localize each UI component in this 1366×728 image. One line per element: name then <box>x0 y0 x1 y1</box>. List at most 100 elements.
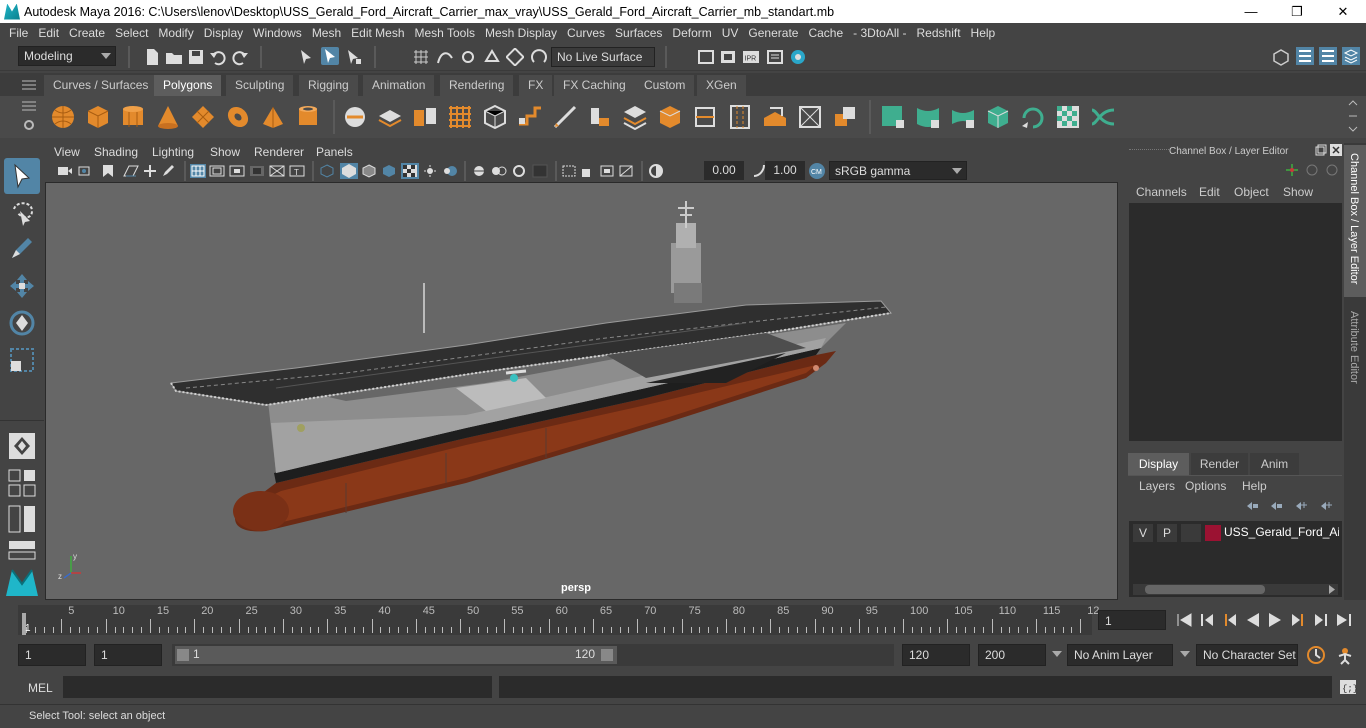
channels-menu[interactable]: Channels <box>1136 185 1187 199</box>
tab-sculpting[interactable]: Sculpting <box>226 75 294 96</box>
automatic-uv-icon[interactable] <box>985 104 1011 130</box>
xray-active-components-icon[interactable] <box>580 164 596 178</box>
layer-horizontal-scrollbar[interactable] <box>1133 584 1338 595</box>
live-surface-field[interactable]: No Live Surface <box>551 47 655 67</box>
step-back-frame-icon[interactable] <box>1200 613 1214 627</box>
screen-space-ao-icon[interactable] <box>442 164 458 178</box>
extract-icon[interactable] <box>412 104 438 130</box>
layers-menu[interactable]: Layers <box>1139 479 1175 493</box>
multisample-aa-icon[interactable] <box>491 164 507 178</box>
layer-type-toggle[interactable] <box>1181 524 1201 542</box>
color-management-icon[interactable]: CM <box>808 162 826 180</box>
menu-3dtoall[interactable]: - 3DtoAll - <box>848 26 911 40</box>
playback-start-field[interactable]: 1 <box>94 644 162 666</box>
use-all-lights-icon[interactable] <box>401 163 419 179</box>
xray-icon[interactable] <box>561 164 577 178</box>
viewport-menu-show[interactable]: Show <box>210 145 240 159</box>
camera-select-icon[interactable] <box>57 164 73 178</box>
minimize-button[interactable]: — <box>1228 0 1274 23</box>
menu-help[interactable]: Help <box>966 26 1001 40</box>
float-panel-icon[interactable] <box>1315 144 1327 156</box>
menu-edit[interactable]: Edit <box>33 26 64 40</box>
spherical-uv-icon[interactable] <box>950 104 976 130</box>
move-tool-icon[interactable] <box>8 272 36 300</box>
scale-tool-icon[interactable] <box>8 346 36 374</box>
bevel-icon[interactable] <box>622 104 648 130</box>
lasso-tool-icon[interactable] <box>8 199 36 227</box>
menu-select[interactable]: Select <box>110 26 153 40</box>
menu-surfaces[interactable]: Surfaces <box>610 26 667 40</box>
tab-polygons[interactable]: Polygons <box>154 75 222 96</box>
gate-mask-icon[interactable] <box>249 164 265 178</box>
poly-plane-icon[interactable] <box>190 104 216 130</box>
viewport-menu-panels[interactable]: Panels <box>316 145 353 159</box>
tool-settings-toggle-icon[interactable] <box>1342 47 1360 65</box>
menu-generate[interactable]: Generate <box>743 26 803 40</box>
go-to-end-icon[interactable] <box>1336 613 1352 627</box>
separate-icon[interactable] <box>377 104 403 130</box>
layer-color-swatch[interactable] <box>1205 525 1221 541</box>
menu-create[interactable]: Create <box>64 26 110 40</box>
menu-mesh-tools[interactable]: Mesh Tools <box>410 26 480 40</box>
exposure-field[interactable]: 0.00 <box>704 161 744 180</box>
smooth-icon[interactable] <box>447 104 473 130</box>
layer-row[interactable]: V P USS_Gerald_Ford_Aircr <box>1133 524 1339 542</box>
textured-icon[interactable] <box>381 164 397 178</box>
motion-blur-icon[interactable] <box>471 164 487 178</box>
two-d-pan-zoom-icon[interactable] <box>142 164 158 178</box>
channel-list-area[interactable] <box>1129 203 1342 441</box>
backface-culling-icon[interactable] <box>618 164 634 178</box>
range-end-handle[interactable] <box>601 649 613 661</box>
grid-toggle-icon[interactable] <box>190 164 206 178</box>
make-live-icon[interactable] <box>530 48 548 66</box>
select-component-icon[interactable] <box>345 48 363 66</box>
append-polygon-icon[interactable] <box>692 104 718 130</box>
shelf-tab-menu-icon[interactable] <box>22 100 36 112</box>
redo-icon[interactable] <box>231 48 249 66</box>
shelf-options-gear-icon[interactable] <box>22 118 36 132</box>
object-menu[interactable]: Object <box>1234 185 1269 199</box>
tab-display[interactable]: Display <box>1128 453 1189 475</box>
select-object-icon[interactable] <box>321 47 339 65</box>
timeline-track[interactable]: 5 10 15 20 25 30 35 40 45 50 55 60 65 70 75 80 85 90 95 100… <box>18 605 1099 635</box>
xray-joints-icon[interactable] <box>599 164 615 178</box>
tab-fx[interactable]: FX <box>519 75 553 96</box>
open-scene-icon[interactable] <box>165 48 183 66</box>
poly-cube-icon[interactable] <box>85 104 111 130</box>
animation-preferences-icon[interactable] <box>1335 645 1355 665</box>
menu-cache[interactable]: Cache <box>803 26 848 40</box>
step-back-key-icon[interactable] <box>1222 612 1238 628</box>
layer-playback-toggle[interactable]: P <box>1157 524 1177 542</box>
current-frame-field[interactable]: 1 <box>1098 610 1166 630</box>
menu-mesh[interactable]: Mesh <box>307 26 346 40</box>
paint-select-tool-icon[interactable] <box>8 234 36 262</box>
tab-custom[interactable]: Custom <box>635 75 695 96</box>
side-tab-channel-box[interactable]: Channel Box / Layer Editor <box>1344 145 1366 297</box>
speed-icon[interactable] <box>1305 163 1319 177</box>
select-tool-button[interactable] <box>4 158 40 194</box>
tab-rendering[interactable]: Rendering <box>440 75 514 96</box>
hyper-icon[interactable] <box>1325 163 1339 177</box>
new-layer-selected-icon[interactable] <box>1319 500 1333 512</box>
scrollbar-thumb[interactable] <box>1145 585 1265 594</box>
viewport-menu-renderer[interactable]: Renderer <box>254 145 304 159</box>
snap-point-icon[interactable] <box>459 48 477 66</box>
snap-grid-icon[interactable] <box>412 48 430 66</box>
move-layer-up-icon[interactable] <box>1245 500 1259 512</box>
cylindrical-uv-icon[interactable] <box>915 104 941 130</box>
viewport-menu-view[interactable]: View <box>54 145 80 159</box>
select-hierarchy-icon[interactable] <box>298 48 316 66</box>
hypershade-icon[interactable] <box>789 48 807 66</box>
options-menu[interactable]: Options <box>1185 479 1226 493</box>
poly-sphere-icon[interactable] <box>50 104 76 130</box>
playback-end-field[interactable]: 120 <box>902 644 970 666</box>
camera-attributes-icon[interactable] <box>78 164 94 178</box>
viewport-menu-lighting[interactable]: Lighting <box>152 145 194 159</box>
menu-modify[interactable]: Modify <box>153 26 198 40</box>
play-backwards-icon[interactable] <box>1246 612 1260 628</box>
combine-icon[interactable] <box>342 104 368 130</box>
range-handle-bar[interactable]: 1 120 <box>175 646 617 664</box>
snap-curve-icon[interactable] <box>436 48 454 66</box>
depth-of-field-icon[interactable] <box>511 164 527 178</box>
menu-set-dropdown[interactable]: Modeling <box>18 46 116 66</box>
